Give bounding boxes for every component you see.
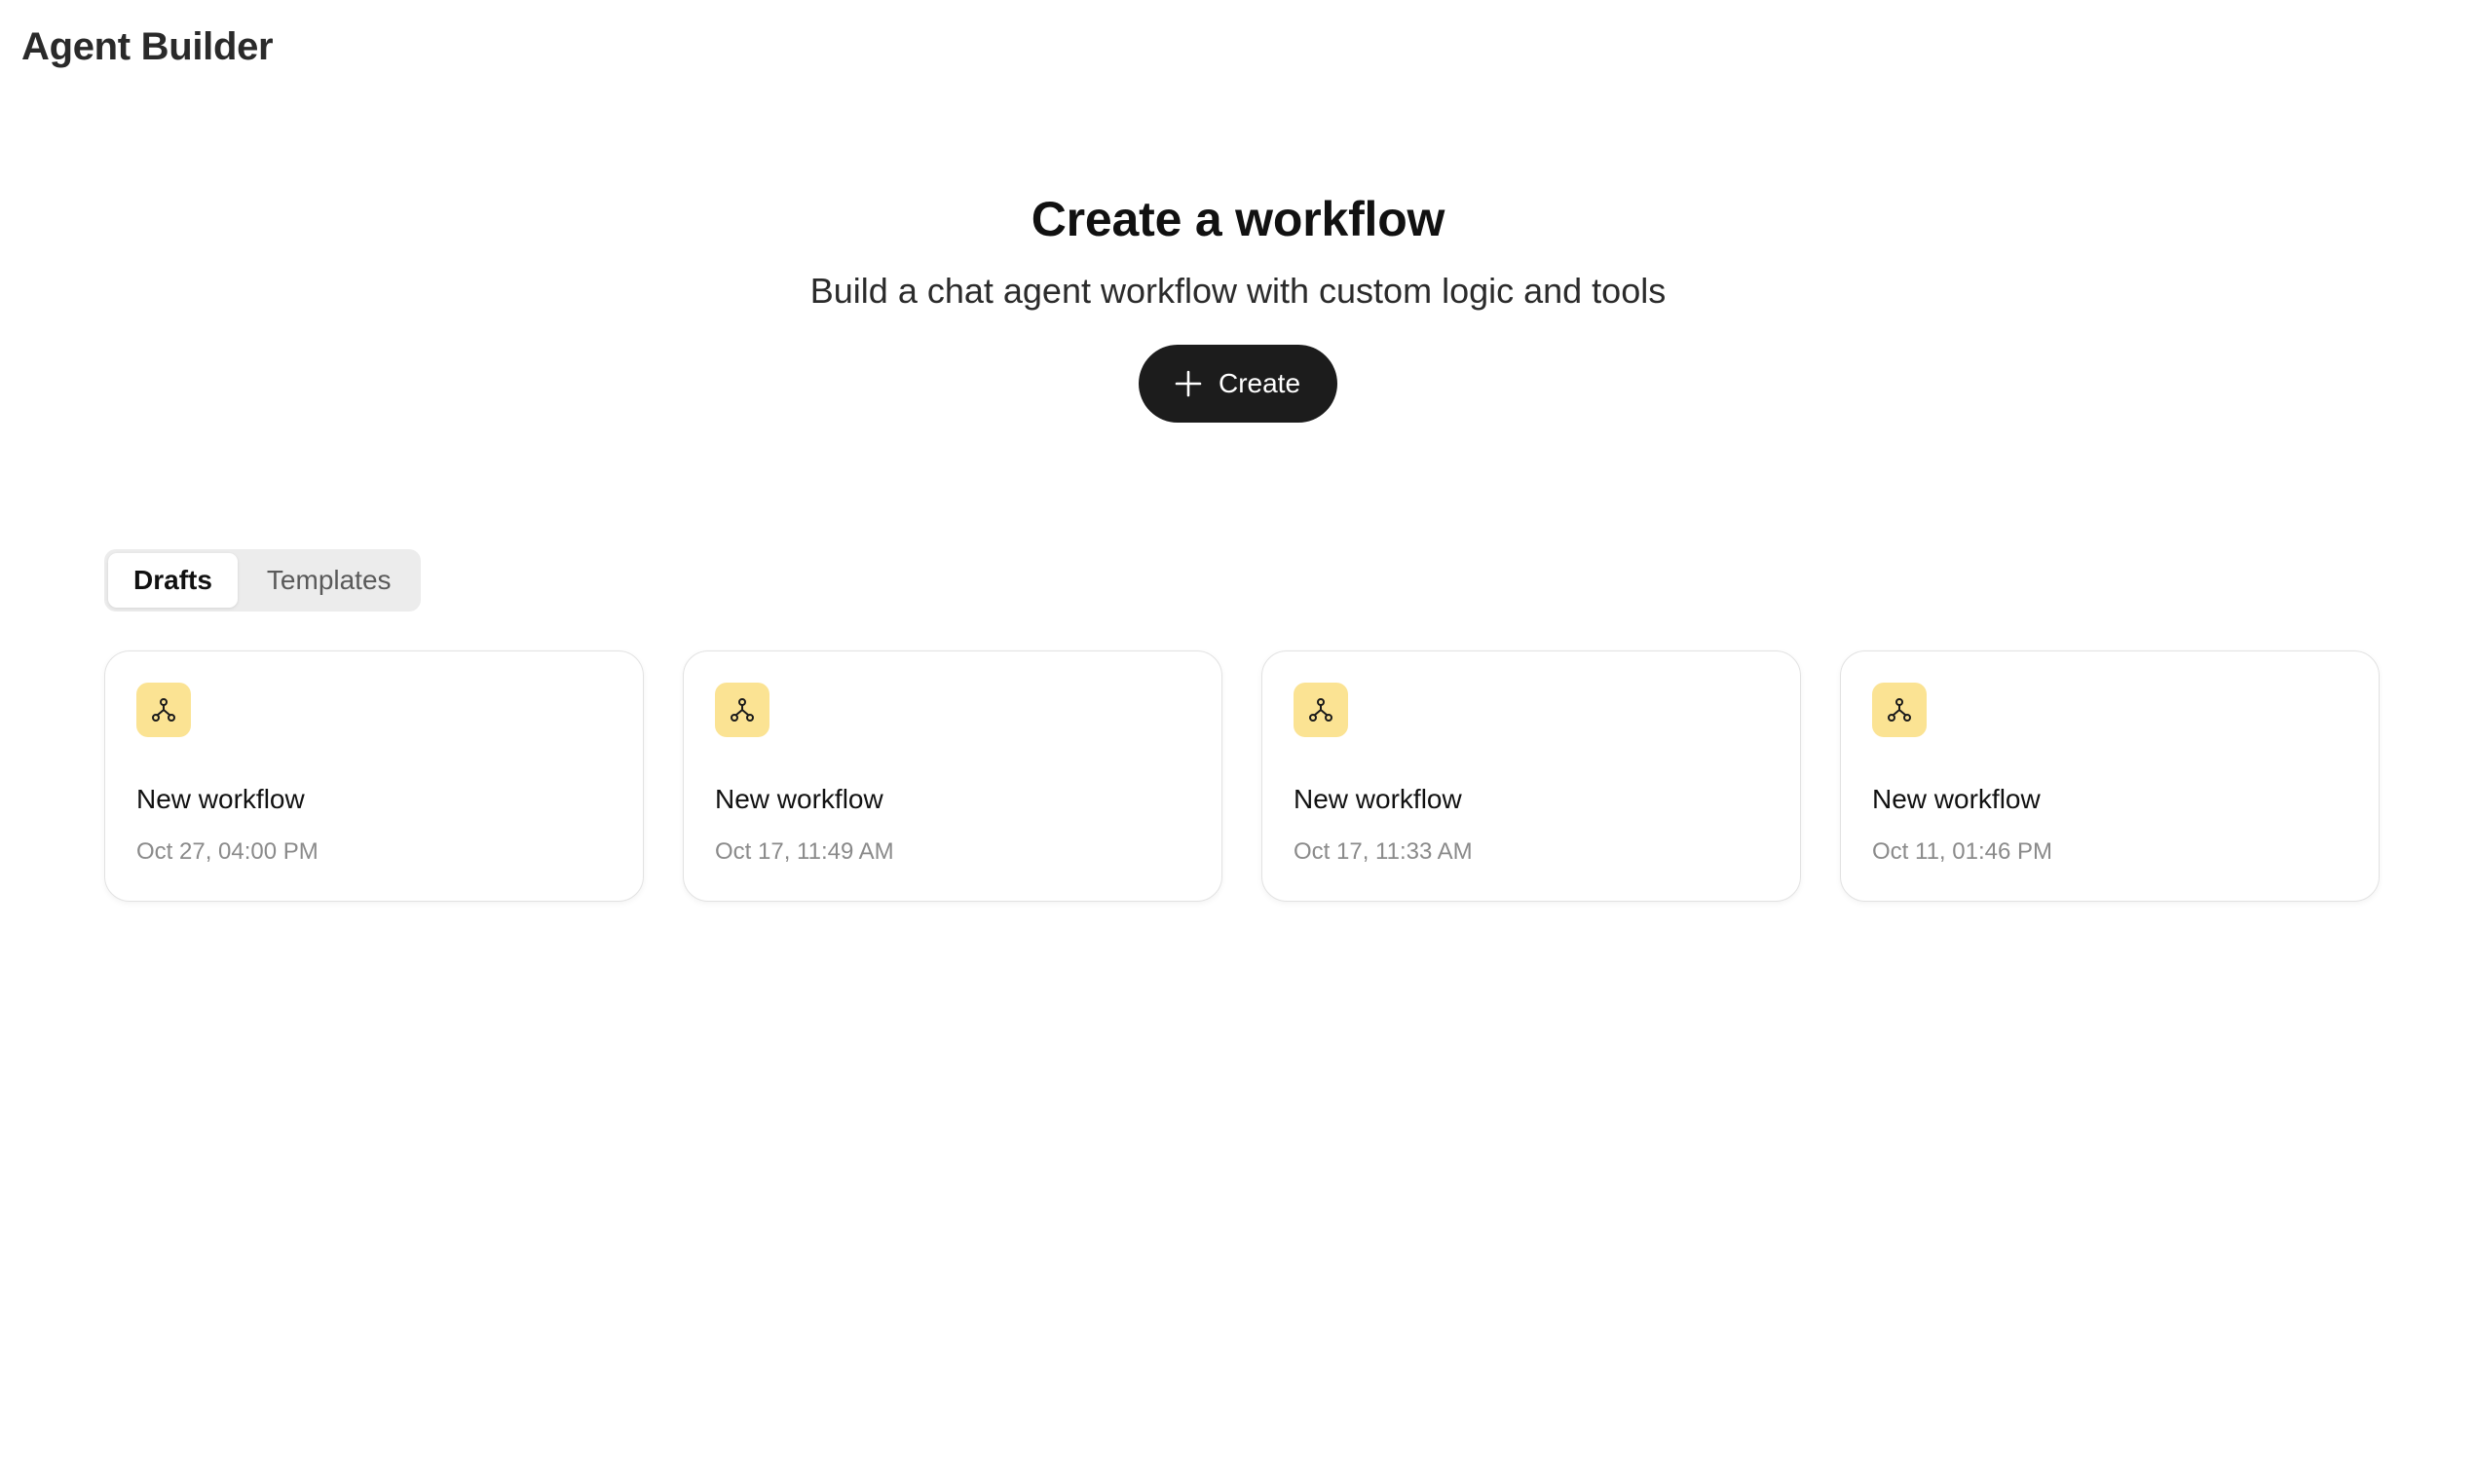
- workflow-card[interactable]: New workflow Oct 17, 11:33 AM: [1261, 650, 1801, 902]
- create-button[interactable]: Create: [1138, 345, 1338, 423]
- app-title: Agent Builder: [21, 25, 274, 68]
- agent-builder-page: Agent Builder Create a workflow Build a …: [0, 0, 2476, 1484]
- drafts-list: New workflow Oct 27, 04:00 PM New workfl…: [104, 650, 2380, 902]
- plus-icon: [1174, 369, 1203, 398]
- workflow-icon: [136, 683, 191, 737]
- tab-drafts[interactable]: Drafts: [108, 553, 238, 608]
- tab-templates[interactable]: Templates: [242, 553, 417, 608]
- create-button-label: Create: [1218, 368, 1301, 398]
- page-subtitle: Build a chat agent workflow with custom …: [809, 271, 1667, 311]
- page-title: Create a workflow: [1031, 192, 1445, 246]
- workflow-card-date: Oct 17, 11:49 AM: [715, 838, 894, 865]
- workflow-card-date: Oct 27, 04:00 PM: [136, 838, 319, 865]
- workflow-card-title: New workflow: [715, 784, 883, 814]
- workflow-card-title: New workflow: [1872, 784, 2041, 814]
- create-workflow-section: Create a workflow Build a chat agent wor…: [0, 185, 2476, 423]
- workflow-icon: [1872, 683, 1927, 737]
- workflow-icon: [715, 683, 769, 737]
- workflow-card[interactable]: New workflow Oct 27, 04:00 PM: [104, 650, 644, 902]
- workflow-card-title: New workflow: [1294, 784, 1462, 814]
- workflow-card-title: New workflow: [136, 784, 305, 814]
- workflow-card[interactable]: New workflow Oct 11, 01:46 PM: [1840, 650, 2380, 902]
- view-tabs: Drafts Templates: [104, 549, 421, 612]
- workflow-card[interactable]: New workflow Oct 17, 11:49 AM: [683, 650, 1222, 902]
- workflow-card-date: Oct 17, 11:33 AM: [1294, 838, 1473, 865]
- workflow-card-date: Oct 11, 01:46 PM: [1872, 838, 2052, 865]
- workflow-icon: [1294, 683, 1348, 737]
